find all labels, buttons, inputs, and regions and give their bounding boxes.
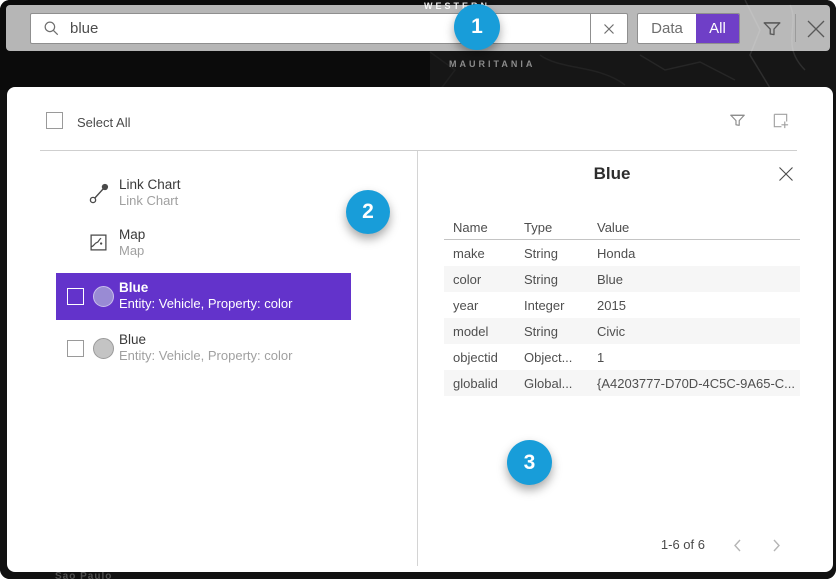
- panel-divider: [417, 151, 418, 566]
- cell-value: {A4203777-D70D-4C5C-9A65-C...: [597, 376, 797, 391]
- cell-value: Honda: [597, 246, 797, 261]
- result-title: Blue: [119, 332, 292, 348]
- table-row: color String Blue: [444, 266, 800, 292]
- cell-type: Object...: [524, 350, 586, 365]
- clear-x-icon: [603, 23, 615, 35]
- attribute-table-header: Name Type Value: [444, 215, 800, 240]
- cell-name: model: [453, 324, 515, 339]
- table-row: year Integer 2015: [444, 292, 800, 318]
- clear-search-button[interactable]: [590, 14, 627, 43]
- cell-value: Blue: [597, 272, 797, 287]
- table-row: make String Honda: [444, 240, 800, 266]
- search-input[interactable]: [70, 20, 590, 37]
- cell-name: year: [453, 298, 515, 313]
- search-results-panel: Select All Li: [7, 87, 833, 572]
- callout-badge-1: 1: [454, 4, 500, 50]
- add-to-selection-icon[interactable]: [771, 111, 790, 135]
- pagination-label: 1-6 of 6: [600, 537, 705, 552]
- result-title: Blue: [119, 280, 292, 296]
- map-label-mauritania: MAURITANIA: [449, 59, 535, 69]
- table-row: model String Civic: [444, 318, 800, 344]
- result-subtitle: Entity: Vehicle, Property: color: [119, 348, 292, 364]
- scope-toggle: Data All: [637, 13, 740, 44]
- result-subtitle: Entity: Vehicle, Property: color: [119, 296, 292, 312]
- select-all-label: Select All: [77, 115, 130, 130]
- result-title: Link Chart: [119, 177, 181, 193]
- map-icon: [89, 233, 108, 257]
- search-box[interactable]: [30, 13, 628, 44]
- cell-type: String: [524, 246, 586, 261]
- detail-title: Blue: [417, 164, 807, 184]
- toolbar-divider: [795, 14, 796, 42]
- cell-name: globalid: [453, 376, 515, 391]
- row-checkbox[interactable]: [67, 340, 84, 357]
- search-toolbar: Data All: [6, 5, 830, 51]
- toggle-all-button[interactable]: All: [696, 14, 739, 43]
- previous-page-icon[interactable]: [732, 538, 742, 558]
- column-header: Name: [453, 220, 515, 235]
- cell-value: Civic: [597, 324, 797, 339]
- next-page-icon[interactable]: [772, 538, 782, 558]
- result-item-link-chart[interactable]: Link Chart Link Chart: [86, 177, 181, 209]
- result-item-map[interactable]: Map Map: [86, 227, 145, 259]
- callout-badge-2: 2: [346, 190, 390, 234]
- result-subtitle: Map: [119, 243, 145, 259]
- app-window: WESTERN MAURITANIA Sao Paulo Data All: [0, 0, 836, 579]
- link-chart-icon: [88, 182, 111, 210]
- cell-value: 2015: [597, 298, 797, 313]
- header-divider: [40, 150, 797, 151]
- cell-type: String: [524, 272, 586, 287]
- table-row: objectid Object... 1: [444, 344, 800, 370]
- cell-name: color: [453, 272, 515, 287]
- select-all-checkbox[interactable]: [46, 112, 63, 129]
- column-header: Value: [597, 220, 797, 235]
- cell-name: make: [453, 246, 515, 261]
- result-title: Map: [119, 227, 145, 243]
- map-label-bottom: Sao Paulo: [55, 571, 112, 579]
- cell-value: 1: [597, 350, 797, 365]
- callout-badge-3: 3: [507, 440, 552, 485]
- close-search-icon[interactable]: [803, 16, 829, 47]
- result-item-blue-selected[interactable]: Blue Entity: Vehicle, Property: color: [56, 273, 351, 320]
- cell-name: objectid: [453, 350, 515, 365]
- cell-type: Global...: [524, 376, 586, 391]
- results-filter-icon[interactable]: [728, 111, 747, 135]
- color-swatch-icon: [93, 338, 114, 359]
- filter-icon[interactable]: [761, 18, 783, 45]
- search-icon: [43, 20, 60, 37]
- column-header: Type: [524, 220, 586, 235]
- table-row: globalid Global... {A4203777-D70D-4C5C-9…: [444, 370, 800, 396]
- cell-type: Integer: [524, 298, 586, 313]
- toggle-data-button[interactable]: Data: [638, 14, 696, 43]
- result-item-blue[interactable]: Blue Entity: Vehicle, Property: color: [56, 325, 351, 372]
- detail-close-icon[interactable]: [777, 165, 795, 188]
- result-subtitle: Link Chart: [119, 193, 181, 209]
- row-checkbox[interactable]: [67, 288, 84, 305]
- color-swatch-icon: [93, 286, 114, 307]
- cell-type: String: [524, 324, 586, 339]
- attribute-table: Name Type Value make String Honda color …: [444, 215, 800, 396]
